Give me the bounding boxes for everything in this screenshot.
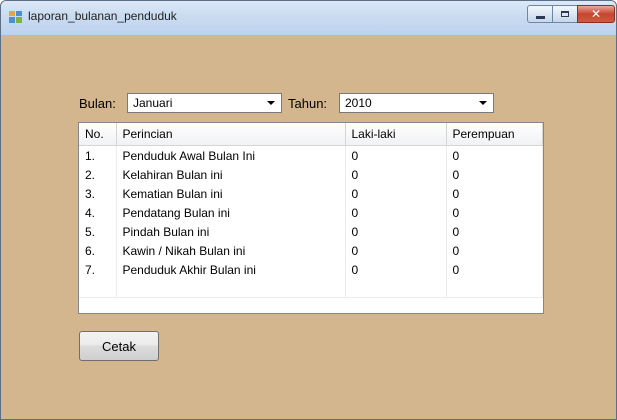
row-number[interactable]: 5.: [79, 222, 117, 241]
row-female-count[interactable]: 0: [446, 184, 543, 203]
month-label: Bulan:: [79, 96, 116, 111]
row-description[interactable]: Kelahiran Bulan ini: [116, 165, 346, 184]
row-male-count[interactable]: 0: [345, 165, 447, 184]
row-female-count[interactable]: 0: [446, 203, 543, 222]
month-select-value: Januari: [133, 96, 173, 110]
grid-header-row: No. Perincian Laki-laki Perempuan: [79, 123, 543, 146]
app-window: laporan_bulanan_penduduk ✕ Bulan: Januar…: [0, 0, 617, 420]
row-female-count[interactable]: 0: [446, 260, 543, 279]
table-row[interactable]: 3. Kematian Bulan ini 0 0: [79, 184, 543, 203]
row-male-count[interactable]: 0: [345, 184, 447, 203]
row-description[interactable]: Pindah Bulan ini: [116, 222, 346, 241]
print-button[interactable]: Cetak: [79, 331, 159, 361]
close-icon: ✕: [590, 7, 602, 21]
population-report-grid[interactable]: No. Perincian Laki-laki Perempuan 1. Pen…: [78, 122, 544, 314]
row-male-count[interactable]: 0: [345, 222, 447, 241]
row-number[interactable]: 6.: [79, 241, 117, 260]
empty-cell[interactable]: [446, 279, 543, 298]
form-app-icon: [9, 11, 22, 23]
table-row[interactable]: 7. Penduduk Akhir Bulan ini 0 0: [79, 260, 543, 279]
month-select[interactable]: Januari: [127, 93, 282, 113]
row-number[interactable]: 1.: [79, 145, 117, 165]
maximize-icon: [561, 11, 569, 17]
row-number[interactable]: 4.: [79, 203, 117, 222]
table-row[interactable]: 2. Kelahiran Bulan ini 0 0: [79, 165, 543, 184]
row-female-count[interactable]: 0: [446, 241, 543, 260]
column-header-perempuan[interactable]: Perempuan: [446, 123, 543, 146]
minimize-button[interactable]: [527, 5, 553, 23]
year-select-value: 2010: [345, 96, 372, 110]
empty-new-row[interactable]: [79, 279, 543, 298]
table-row[interactable]: 4. Pendatang Bulan ini 0 0: [79, 203, 543, 222]
table-row[interactable]: 6. Kawin / Nikah Bulan ini 0 0: [79, 241, 543, 260]
column-header-no[interactable]: No.: [79, 123, 117, 146]
row-male-count[interactable]: 0: [345, 241, 447, 260]
row-description[interactable]: Penduduk Awal Bulan Ini: [116, 145, 346, 165]
row-male-count[interactable]: 0: [345, 260, 447, 279]
row-number[interactable]: 7.: [79, 260, 117, 279]
dropdown-arrow-icon[interactable]: [263, 96, 279, 110]
year-select[interactable]: 2010: [339, 93, 494, 113]
empty-cell[interactable]: [79, 279, 117, 298]
row-number[interactable]: 3.: [79, 184, 117, 203]
row-male-count[interactable]: 0: [345, 145, 447, 165]
dropdown-arrow-icon[interactable]: [475, 96, 491, 110]
row-description[interactable]: Penduduk Akhir Bulan ini: [116, 260, 346, 279]
column-header-laki-laki[interactable]: Laki-laki: [345, 123, 447, 146]
close-button[interactable]: ✕: [577, 5, 615, 23]
column-header-perincian[interactable]: Perincian: [116, 123, 346, 146]
year-label: Tahun:: [288, 96, 328, 111]
window-title: laporan_bulanan_penduduk: [28, 9, 177, 23]
maximize-button[interactable]: [552, 5, 578, 23]
row-female-count[interactable]: 0: [446, 222, 543, 241]
row-description[interactable]: Kematian Bulan ini: [116, 184, 346, 203]
empty-cell[interactable]: [345, 279, 447, 298]
row-description[interactable]: Pendatang Bulan ini: [116, 203, 346, 222]
title-bar[interactable]: laporan_bulanan_penduduk ✕: [1, 1, 616, 36]
row-number[interactable]: 2.: [79, 165, 117, 184]
row-female-count[interactable]: 0: [446, 165, 543, 184]
row-description[interactable]: Kawin / Nikah Bulan ini: [116, 241, 346, 260]
minimize-icon: [535, 15, 545, 19]
row-female-count[interactable]: 0: [446, 145, 543, 165]
empty-cell[interactable]: [116, 279, 346, 298]
table-row[interactable]: 1. Penduduk Awal Bulan Ini 0 0: [79, 145, 543, 165]
table-row[interactable]: 5. Pindah Bulan ini 0 0: [79, 222, 543, 241]
row-male-count[interactable]: 0: [345, 203, 447, 222]
